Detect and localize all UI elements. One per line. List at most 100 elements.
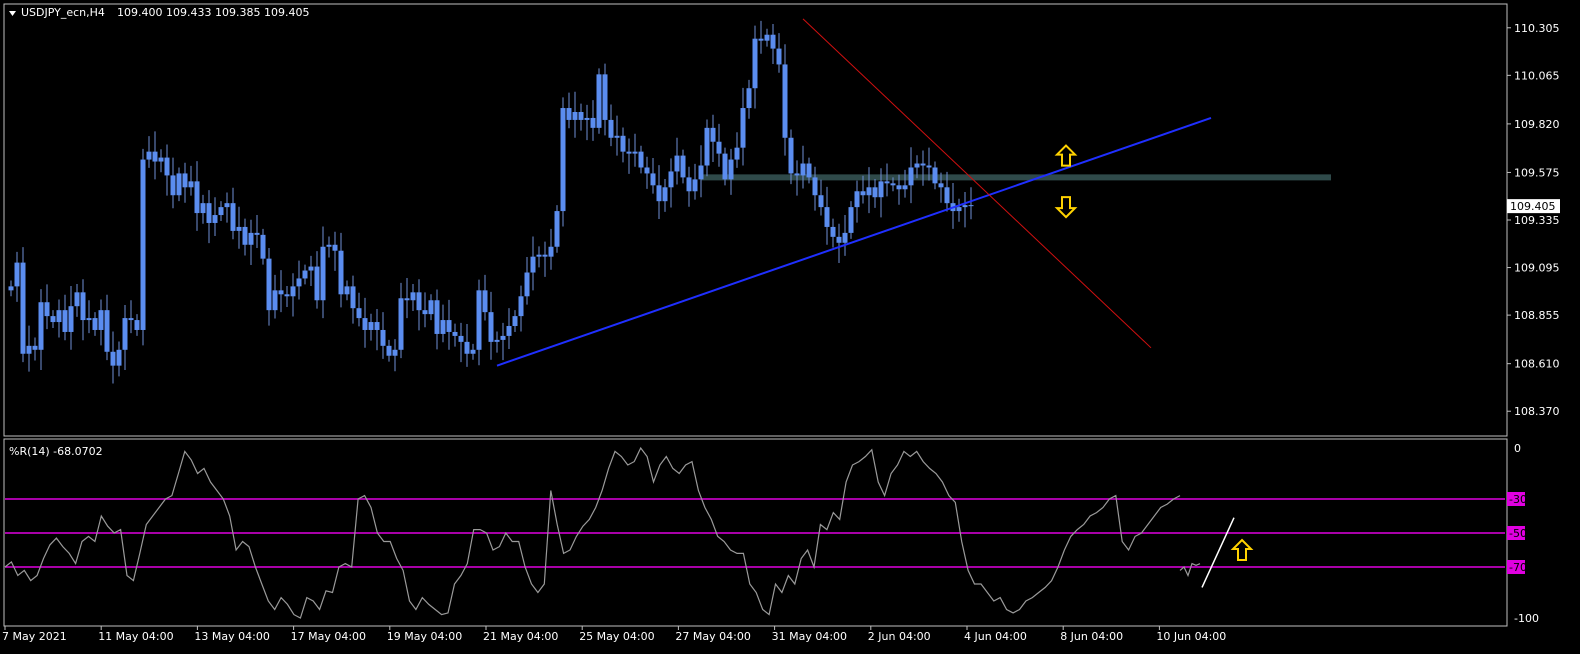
candle-body — [710, 127, 716, 142]
candle — [38, 289, 44, 371]
candle-body — [548, 246, 554, 257]
dropdown-triangle-icon[interactable] — [9, 11, 16, 16]
candle-body — [866, 187, 872, 196]
candle-body — [644, 167, 650, 174]
price-tick-label: 109.335 — [1514, 214, 1560, 227]
candle-body — [260, 234, 266, 259]
candle-body — [674, 155, 680, 172]
price-axis: 110.305 110.065 109.820 109.575 109.335 109.0… — [1507, 22, 1560, 418]
candle-body — [230, 203, 236, 231]
candle — [158, 149, 164, 173]
candle — [626, 138, 632, 174]
candle-body — [698, 165, 704, 180]
candle-body — [512, 316, 518, 327]
candle-body — [584, 117, 590, 120]
candle-body — [632, 151, 638, 154]
candle — [920, 150, 926, 186]
candle-body — [920, 163, 926, 166]
wpr-level-label: -50 — [1509, 527, 1527, 540]
candle — [572, 91, 578, 138]
price-tick-label: 109.575 — [1514, 166, 1560, 179]
candle-body — [218, 207, 224, 216]
candle-body — [722, 153, 728, 180]
candle-body — [536, 254, 542, 257]
candle-body — [368, 322, 374, 330]
candle-body — [590, 117, 596, 128]
candle-body — [404, 298, 410, 301]
candle — [530, 236, 536, 291]
candle-body — [422, 310, 428, 315]
candle-body — [20, 262, 26, 354]
candle-body — [158, 157, 164, 162]
candle — [602, 63, 608, 136]
candle-body — [392, 349, 398, 356]
candle — [26, 325, 32, 372]
candle-body — [860, 191, 866, 196]
wpr-arrow-up-icon — [1230, 538, 1254, 561]
candle — [902, 169, 908, 198]
candle-body — [236, 226, 242, 231]
candle — [782, 44, 788, 156]
blue-trendline[interactable] — [496, 117, 1212, 367]
candle-body — [464, 341, 470, 354]
candle — [368, 313, 374, 341]
candle — [746, 79, 752, 119]
candle-body — [284, 294, 290, 297]
candle-body — [728, 159, 734, 180]
candle-body — [572, 112, 578, 120]
arrow-down-icon — [1054, 196, 1078, 219]
candle — [512, 310, 518, 332]
candle-body — [854, 191, 860, 208]
candle-body — [110, 351, 116, 366]
candle — [20, 247, 26, 363]
candle-body — [380, 329, 386, 346]
candle-body — [50, 316, 56, 323]
candle — [416, 279, 422, 331]
candle-body — [884, 181, 890, 184]
candle — [470, 343, 476, 360]
candle-body — [752, 38, 758, 89]
candle-body — [494, 339, 500, 342]
candle — [524, 257, 530, 305]
candle-body — [908, 167, 914, 186]
candle-body — [26, 345, 32, 354]
price-tick-label: 109.095 — [1514, 262, 1560, 275]
candle — [296, 260, 302, 300]
time-tick-label: 25 May 04:00 — [579, 630, 654, 643]
candle-body — [164, 157, 170, 176]
candle — [698, 145, 704, 198]
candle — [638, 145, 644, 174]
candle — [398, 282, 404, 359]
candle-body — [932, 167, 938, 184]
candle — [386, 339, 392, 362]
candle-body — [842, 232, 848, 243]
candle-body — [332, 244, 338, 251]
candle — [548, 228, 554, 270]
candle-body — [614, 135, 620, 138]
candle — [110, 331, 116, 384]
candle-body — [188, 181, 194, 188]
candle-body — [692, 179, 698, 192]
candle-body — [38, 302, 44, 350]
candle — [170, 157, 176, 209]
candle — [872, 178, 878, 208]
candle — [476, 279, 482, 366]
candle — [824, 186, 830, 245]
candle — [314, 251, 320, 309]
time-tick-label: 4 Jun 04:00 — [964, 630, 1027, 643]
candle — [212, 197, 218, 237]
candle-body — [62, 310, 68, 332]
candle-body — [80, 292, 86, 321]
red-trendline[interactable] — [802, 18, 1152, 349]
time-tick-label: 2 Jun 04:00 — [868, 630, 931, 643]
ohlc-values: 109.400 109.433 109.385 109.405 — [117, 6, 309, 19]
candle-body — [530, 256, 536, 273]
candle-body — [200, 203, 206, 214]
candle — [830, 218, 836, 248]
candle-body — [242, 226, 248, 245]
price-tick-label: 108.610 — [1514, 358, 1560, 371]
candle-body — [566, 108, 572, 120]
candle-body — [896, 185, 902, 190]
wpr-tick-label: -100 — [1514, 612, 1539, 625]
candle-body — [428, 300, 434, 315]
